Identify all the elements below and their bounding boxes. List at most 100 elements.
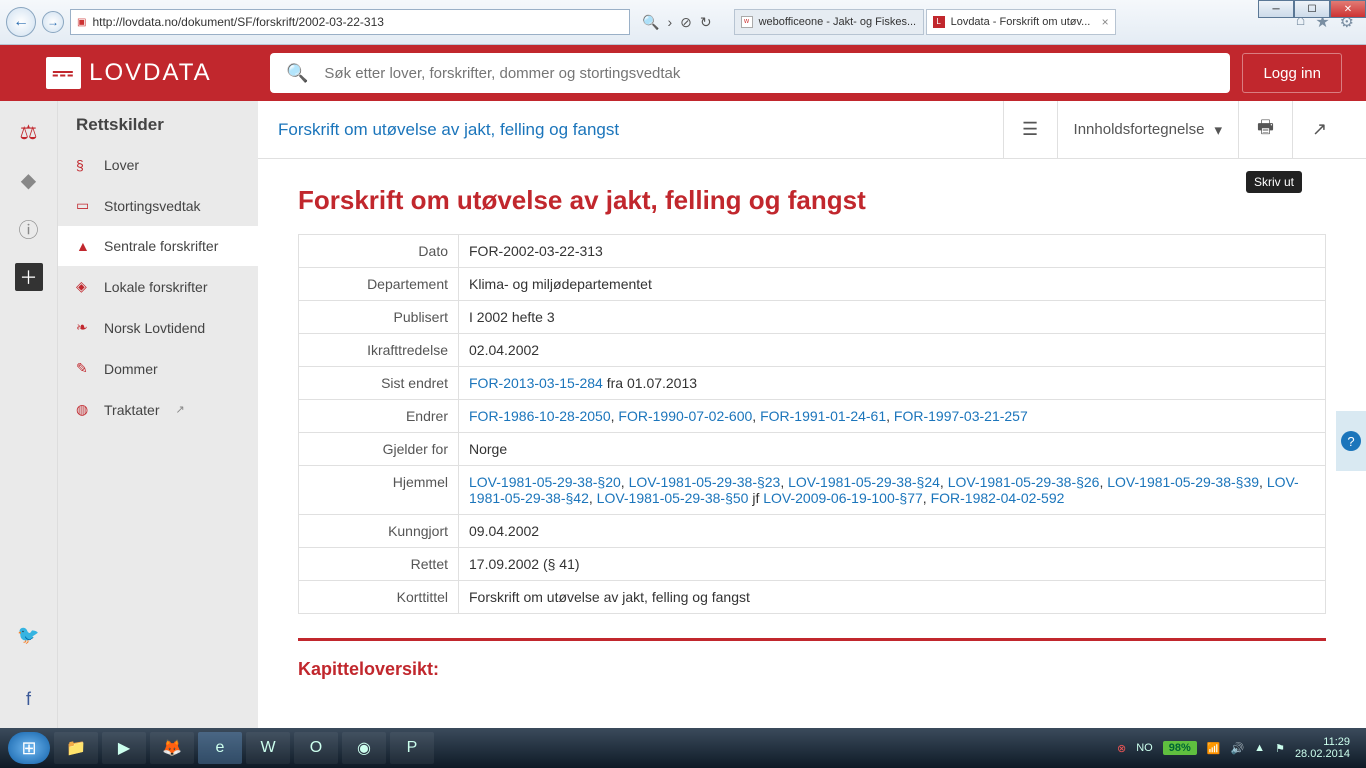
flag-icon[interactable]: ⚑ xyxy=(1275,742,1285,755)
add-button[interactable]: ＋ xyxy=(15,263,43,291)
taskbar-explorer-icon[interactable]: 📁 xyxy=(54,732,98,764)
meta-link[interactable]: FOR-1982-04-02-592 xyxy=(931,490,1065,506)
meta-link[interactable]: FOR-1986-10-28-2050 xyxy=(469,408,611,424)
address-bar[interactable]: ▣ http://lovdata.no/dokument/SF/forskrif… xyxy=(70,9,630,35)
scales-icon[interactable]: ⚖ xyxy=(16,119,42,145)
stop-icon[interactable]: ⊘ xyxy=(680,14,692,31)
help-badge[interactable]: ? xyxy=(1336,411,1366,471)
tab-favicon-icon: w xyxy=(741,16,753,28)
taskbar-powerpoint-icon[interactable]: P xyxy=(390,732,434,764)
sidebar-title: Rettskilder xyxy=(58,115,258,145)
search-icon: 🔍 xyxy=(286,63,308,84)
volume-icon[interactable]: 🔊 xyxy=(1230,742,1244,755)
facebook-icon[interactable]: f xyxy=(16,686,42,712)
tab-close-icon[interactable]: × xyxy=(1102,15,1109,29)
taskbar: ⊞ 📁 ▶ 🦊 e W O ◉ P ⊗ NO 98% 📶 🔊 ▲ ⚑ 11:29… xyxy=(0,728,1366,768)
table-row: PublisertI 2002 hefte 3 xyxy=(299,301,1326,334)
window-controls: ─ ☐ ✕ xyxy=(1258,0,1366,18)
sidebar-item-icon: ✎ xyxy=(76,360,92,377)
twitter-icon[interactable]: 🐦 xyxy=(16,622,42,648)
window-close[interactable]: ✕ xyxy=(1330,0,1366,18)
table-row: DatoFOR-2002-03-22-313 xyxy=(299,235,1326,268)
breadcrumb[interactable]: Forskrift om utøvelse av jakt, felling o… xyxy=(278,120,1003,140)
meta-link[interactable]: FOR-2013-03-15-284 xyxy=(469,375,603,391)
sidebar-item[interactable]: ▲ Sentrale forskrifter xyxy=(58,226,258,266)
meta-link[interactable]: LOV-1981-05-29-38-§20 xyxy=(469,474,621,490)
window-minimize[interactable]: ─ xyxy=(1258,0,1294,18)
meta-key: Hjemmel xyxy=(299,466,459,515)
table-row: Kunngjort09.04.2002 xyxy=(299,515,1326,548)
table-row: Gjelder forNorge xyxy=(299,433,1326,466)
tab-label: webofficeone - Jakt- og Fiskes... xyxy=(759,16,917,28)
taskbar-firefox-icon[interactable]: 🦊 xyxy=(150,732,194,764)
url-text: http://lovdata.no/dokument/SF/forskrift/… xyxy=(92,15,384,29)
network-icon[interactable]: 📶 xyxy=(1207,742,1221,755)
browser-tab[interactable]: L Lovdata - Forskrift om utøv... × xyxy=(926,9,1116,35)
sidebar-item-label: Dommer xyxy=(104,361,158,377)
toc-label: Innholdsfortegnelse xyxy=(1074,121,1205,138)
meta-link[interactable]: LOV-1981-05-29-38-§39 xyxy=(1107,474,1259,490)
meta-link[interactable]: LOV-1981-05-29-38-§24 xyxy=(788,474,940,490)
meta-key: Dato xyxy=(299,235,459,268)
meta-value: Klima- og miljødepartementet xyxy=(459,268,1326,301)
start-button[interactable]: ⊞ xyxy=(8,732,50,764)
clock[interactable]: 11:29 28.02.2014 xyxy=(1295,736,1350,760)
forward-button[interactable]: → xyxy=(42,11,64,33)
search-box[interactable]: 🔍 xyxy=(270,53,1230,93)
taskbar-word-icon[interactable]: W xyxy=(246,732,290,764)
share-button[interactable]: ↗ xyxy=(1292,101,1346,159)
stack-icon[interactable]: ◆ xyxy=(16,167,42,193)
sidebar-item-icon: § xyxy=(76,157,92,173)
meta-key: Publisert xyxy=(299,301,459,334)
info-icon[interactable]: ⓘ xyxy=(16,215,42,241)
window-maximize[interactable]: ☐ xyxy=(1294,0,1330,18)
sidebar-item-icon: ◍ xyxy=(76,401,92,418)
meta-value: FOR-2002-03-22-313 xyxy=(459,235,1326,268)
system-tray: ⊗ NO 98% 📶 🔊 ▲ ⚑ 11:29 28.02.2014 xyxy=(1117,736,1358,760)
list-view-icon[interactable]: ☰ xyxy=(1003,101,1057,159)
language-indicator[interactable]: NO xyxy=(1136,742,1153,754)
tray-expand-icon[interactable]: ▲ xyxy=(1254,742,1265,754)
toc-dropdown[interactable]: Innholdsfortegnelse ▾ xyxy=(1057,101,1238,159)
meta-link[interactable]: LOV-2009-06-19-100-§77 xyxy=(763,490,923,506)
print-tooltip: Skriv ut xyxy=(1246,171,1302,193)
sidebar-item-icon: ▲ xyxy=(76,238,92,254)
browser-tab[interactable]: w webofficeone - Jakt- og Fiskes... xyxy=(734,9,924,35)
meta-link[interactable]: LOV-1981-05-29-38-§23 xyxy=(629,474,781,490)
search-icon[interactable]: 🔍 xyxy=(642,14,659,31)
sidebar-item[interactable]: ❧Norsk Lovtidend xyxy=(58,307,258,348)
sidebar-item[interactable]: ◈Lokale forskrifter xyxy=(58,266,258,307)
tab-favicon-icon: L xyxy=(933,16,945,28)
question-icon: ? xyxy=(1341,431,1361,451)
print-button[interactable]: 🖶 xyxy=(1238,101,1292,159)
page-title: Forskrift om utøvelse av jakt, felling o… xyxy=(298,185,1326,216)
divider xyxy=(298,638,1326,641)
taskbar-media-icon[interactable]: ▶ xyxy=(102,732,146,764)
battery-indicator[interactable]: 98% xyxy=(1163,741,1197,755)
login-button[interactable]: Logg inn xyxy=(1242,53,1342,93)
meta-link[interactable]: LOV-1981-05-29-38-§50 xyxy=(597,490,749,506)
meta-link[interactable]: LOV-1981-05-29-38-§26 xyxy=(948,474,1100,490)
meta-link[interactable]: FOR-1997-03-21-257 xyxy=(894,408,1028,424)
sidebar-item[interactable]: §Lover xyxy=(58,145,258,185)
taskbar-outlook-icon[interactable]: O xyxy=(294,732,338,764)
taskbar-chrome-icon[interactable]: ◉ xyxy=(342,732,386,764)
meta-link[interactable]: FOR-1991-01-24-61 xyxy=(760,408,886,424)
site-logo[interactable]: ⎓ LOVDATA xyxy=(0,45,258,101)
meta-value: 09.04.2002 xyxy=(459,515,1326,548)
back-button[interactable]: ← xyxy=(6,7,36,37)
sidebar-item-label: Norsk Lovtidend xyxy=(104,320,205,336)
sidebar-item[interactable]: ✎ Dommer xyxy=(58,348,258,389)
sidebar-item[interactable]: ▭Stortingsvedtak xyxy=(58,185,258,226)
tray-app-icon[interactable]: ⊗ xyxy=(1117,742,1126,755)
reload-icon[interactable]: ↻ xyxy=(700,14,712,31)
logo-mark-icon: ⎓ xyxy=(46,57,81,89)
sidebar-item-label: Sentrale forskrifter xyxy=(104,238,218,254)
sidebar-item[interactable]: ◍Traktater↗ xyxy=(58,389,258,430)
chevron-down-icon: ▾ xyxy=(1214,121,1222,139)
meta-link[interactable]: FOR-1990-07-02-600 xyxy=(618,408,752,424)
external-link-icon: ↗ xyxy=(176,403,185,416)
meta-key: Kunngjort xyxy=(299,515,459,548)
taskbar-ie-icon[interactable]: e xyxy=(198,732,242,764)
search-input[interactable] xyxy=(324,65,1214,82)
